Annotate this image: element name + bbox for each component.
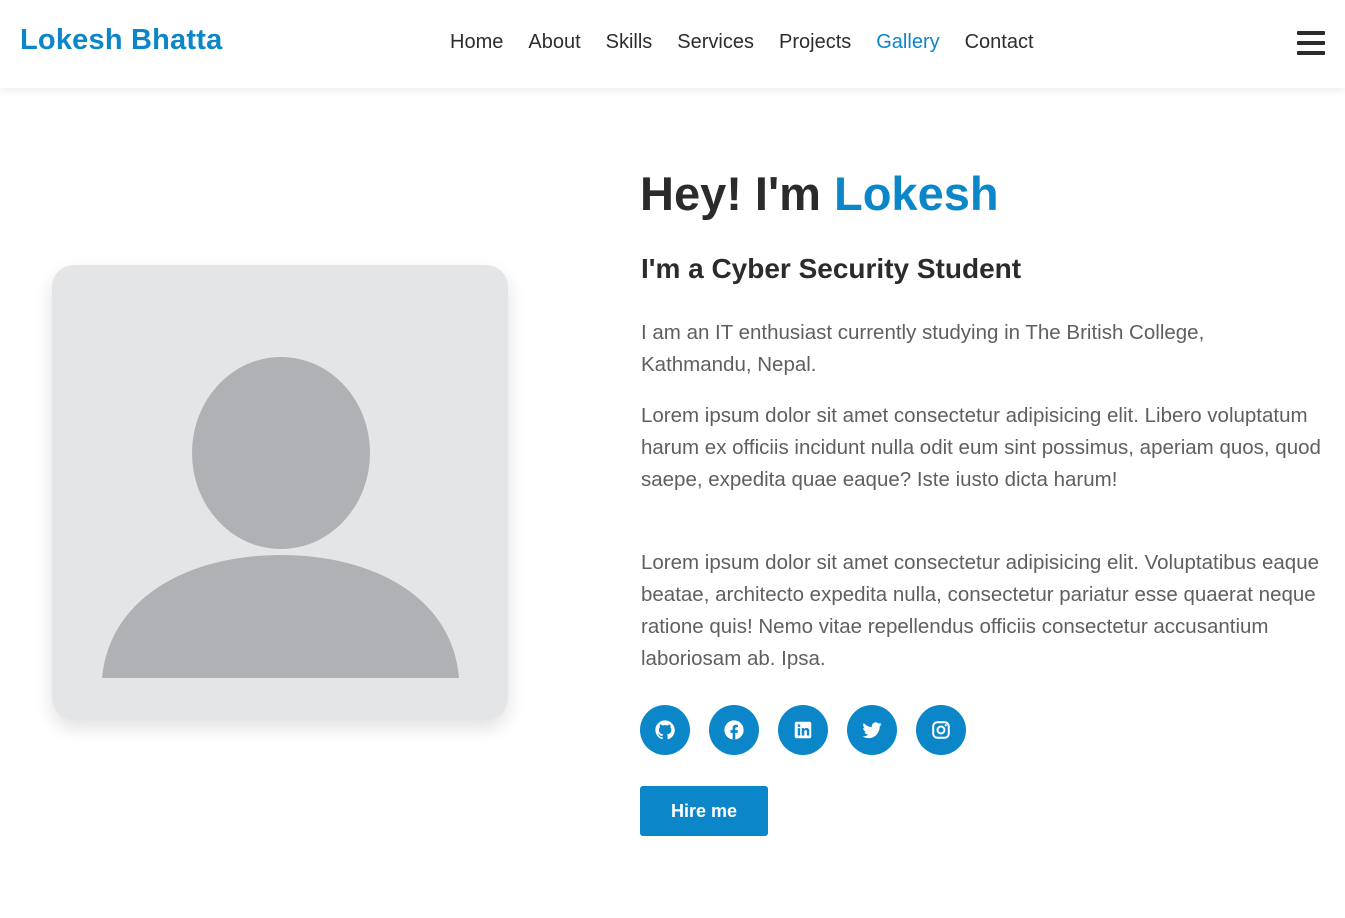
instagram-link[interactable] <box>916 705 966 755</box>
twitter-icon <box>862 722 882 739</box>
hamburger-line <box>1297 41 1325 45</box>
bio-paragraph: Lorem ipsum dolor sit amet consectetur a… <box>641 551 1320 670</box>
hero-title: Hey! I'm Lokesh <box>640 166 999 221</box>
nav-about[interactable]: About <box>528 31 580 54</box>
nav-projects[interactable]: Projects <box>779 31 851 54</box>
hire-me-button[interactable]: Hire me <box>640 786 768 836</box>
linkedin-icon <box>794 721 812 739</box>
nav-services[interactable]: Services <box>677 31 754 54</box>
nav-home[interactable]: Home <box>450 31 503 54</box>
nav-gallery[interactable]: Gallery <box>876 31 939 54</box>
main-nav: Home About Skills Services Projects Gall… <box>450 31 1034 54</box>
twitter-link[interactable] <box>847 705 897 755</box>
hero-title-name: Lokesh <box>834 167 999 220</box>
user-placeholder-icon <box>102 357 459 678</box>
linkedin-link[interactable] <box>778 705 828 755</box>
site-logo[interactable]: Lokesh Bhatta <box>20 24 222 57</box>
hamburger-line <box>1297 51 1325 55</box>
nav-contact[interactable]: Contact <box>965 31 1034 54</box>
github-icon <box>655 720 675 740</box>
bio-paragraph: Lorem ipsum dolor sit amet consectetur a… <box>641 404 1321 491</box>
intro-paragraph: I am an IT enthusiast currently studying… <box>641 321 1205 376</box>
nav-skills[interactable]: Skills <box>606 31 653 54</box>
facebook-icon <box>724 720 744 740</box>
site-header: Lokesh Bhatta Home About Skills Services… <box>0 0 1345 88</box>
profile-avatar <box>52 265 508 720</box>
hero-title-prefix: Hey! I'm <box>640 167 835 220</box>
instagram-icon <box>932 721 950 739</box>
github-link[interactable] <box>640 705 690 755</box>
facebook-link[interactable] <box>709 705 759 755</box>
hamburger-line <box>1297 31 1325 35</box>
hero-subtitle: I'm a Cyber Security Student <box>641 253 1022 284</box>
hamburger-menu-icon[interactable] <box>1297 29 1327 57</box>
social-links <box>640 705 966 755</box>
